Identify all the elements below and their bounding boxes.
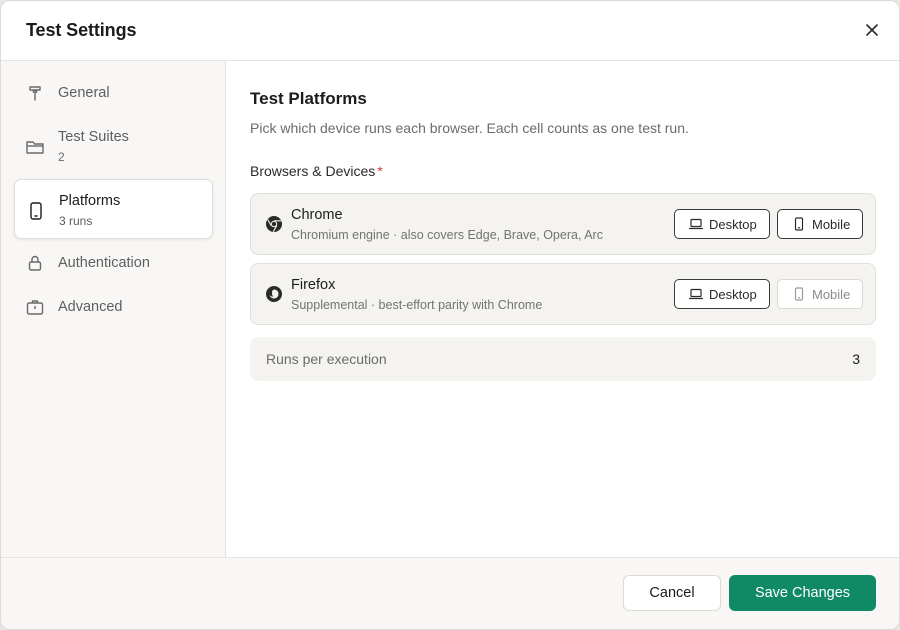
sidebar-item-count: 3 runs bbox=[59, 214, 93, 228]
browser-description: Chromium engine · also covers Edge, Brav… bbox=[291, 228, 603, 242]
save-changes-button[interactable]: Save Changes bbox=[729, 575, 876, 611]
hammer-icon bbox=[24, 82, 46, 104]
briefcase-icon bbox=[24, 296, 46, 318]
chrome-icon bbox=[265, 215, 283, 233]
phone-icon bbox=[792, 217, 806, 231]
panel-description: Pick which device runs each browser. Eac… bbox=[250, 120, 689, 136]
close-icon bbox=[866, 24, 878, 36]
sidebar-item-general[interactable]: General bbox=[14, 82, 213, 104]
close-button[interactable] bbox=[859, 17, 885, 43]
browser-description: Supplemental · best-effort parity with C… bbox=[291, 298, 543, 312]
test-settings-dialog: Test Settings General Test Suites 2 Plat… bbox=[0, 0, 900, 630]
runs-label: Runs per execution bbox=[266, 351, 387, 367]
sidebar-item-test-suites[interactable]: Test Suites 2 bbox=[14, 126, 213, 164]
panel-heading: Test Platforms bbox=[250, 89, 367, 108]
folder-icon bbox=[24, 136, 46, 158]
laptop-icon bbox=[689, 217, 703, 231]
settings-sidebar: General Test Suites 2 Platforms 3 runs A… bbox=[1, 61, 226, 557]
dialog-header: Test Settings bbox=[1, 1, 899, 61]
sidebar-item-label: Advanced bbox=[58, 299, 123, 315]
browser-row-firefox: Firefox Supplemental · best-effort parit… bbox=[250, 263, 876, 325]
sidebar-item-count: 2 bbox=[58, 150, 65, 164]
phone-icon bbox=[792, 287, 806, 301]
section-label-text: Browsers & Devices bbox=[250, 163, 376, 179]
sidebar-item-label: Test Suites bbox=[58, 129, 129, 145]
dialog-title: Test Settings bbox=[26, 20, 137, 40]
sidebar-item-authentication[interactable]: Authentication bbox=[14, 252, 213, 274]
mobile-label: Mobile bbox=[812, 216, 851, 232]
firefox-desktop-toggle[interactable]: Desktop bbox=[674, 279, 770, 309]
cancel-button[interactable]: Cancel bbox=[623, 575, 721, 611]
desktop-label: Desktop bbox=[709, 216, 757, 232]
runs-value: 3 bbox=[852, 351, 860, 367]
sidebar-item-advanced[interactable]: Advanced bbox=[14, 296, 213, 318]
browsers-devices-label: Browsers & Devices * bbox=[250, 163, 383, 179]
chrome-mobile-toggle[interactable]: Mobile bbox=[777, 209, 863, 239]
browser-name: Chrome bbox=[291, 207, 343, 223]
sidebar-item-label: Authentication bbox=[58, 255, 150, 271]
runs-per-execution: Runs per execution 3 bbox=[250, 337, 876, 381]
sidebar-item-label: Platforms bbox=[59, 193, 121, 209]
firefox-mobile-toggle[interactable]: Mobile bbox=[777, 279, 863, 309]
mobile-label: Mobile bbox=[812, 286, 851, 302]
platforms-panel: Test Platforms Pick which device runs ea… bbox=[226, 61, 899, 557]
browser-name: Firefox bbox=[291, 277, 336, 293]
laptop-icon bbox=[689, 287, 703, 301]
chrome-desktop-toggle[interactable]: Desktop bbox=[674, 209, 770, 239]
desktop-label: Desktop bbox=[709, 286, 757, 302]
sidebar-item-platforms[interactable]: Platforms 3 runs bbox=[14, 179, 213, 239]
sidebar-item-label: General bbox=[58, 85, 110, 101]
dialog-footer: Cancel Save Changes bbox=[1, 557, 899, 629]
firefox-icon bbox=[265, 285, 283, 303]
required-mark: * bbox=[377, 163, 383, 179]
browser-row-chrome: Chrome Chromium engine · also covers Edg… bbox=[250, 193, 876, 255]
phone-icon bbox=[25, 200, 47, 222]
lock-icon bbox=[24, 252, 46, 274]
